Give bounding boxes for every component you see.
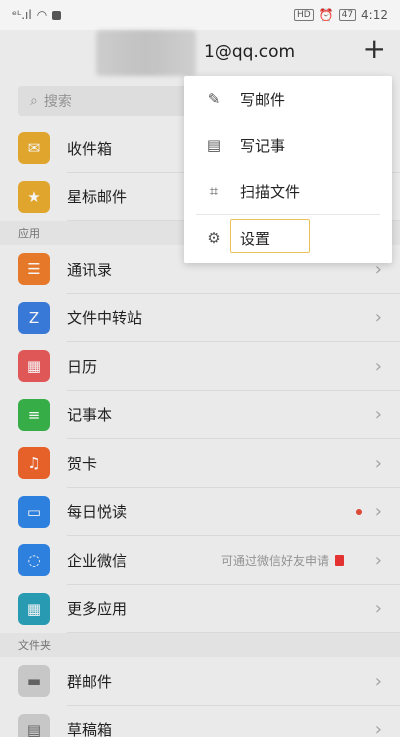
note-icon: ▤ [206,136,222,154]
notification-icon [52,10,62,20]
clock: 4:12 [361,8,388,22]
menu-label: 扫描文件 [240,182,301,201]
add-menu-popup: ✎ 写邮件 ▤ 写记事 ⌗ 扫描文件 ⚙ 设置 [184,76,392,263]
menu-item-compose[interactable]: ✎ 写邮件 [184,76,392,122]
app-screen: ᵉᴸ.ıl ◠ HD ⏰ 47 4:12 1@qq.com + ⌕ 搜索 ✉ 收… [0,0,400,737]
hd-badge: HD [293,9,314,21]
signal-icon: ᵉᴸ.ıl [12,8,32,22]
alarm-icon: ⏰ [318,8,334,22]
battery-icon: 47 [338,9,357,21]
menu-label: 设置 [240,229,271,248]
menu-item-scan[interactable]: ⌗ 扫描文件 [184,168,392,214]
status-bar: ᵉᴸ.ıl ◠ HD ⏰ 47 4:12 [0,0,400,30]
wifi-icon: ◠ [36,8,48,22]
edit-icon: ✎ [207,90,221,108]
menu-item-settings[interactable]: ⚙ 设置 [184,215,392,261]
menu-item-note[interactable]: ▤ 写记事 [184,122,392,168]
menu-label: 写记事 [240,136,286,155]
menu-label: 写邮件 [240,90,286,109]
scan-icon: ⌗ [209,182,219,200]
gear-icon: ⚙ [207,229,221,247]
